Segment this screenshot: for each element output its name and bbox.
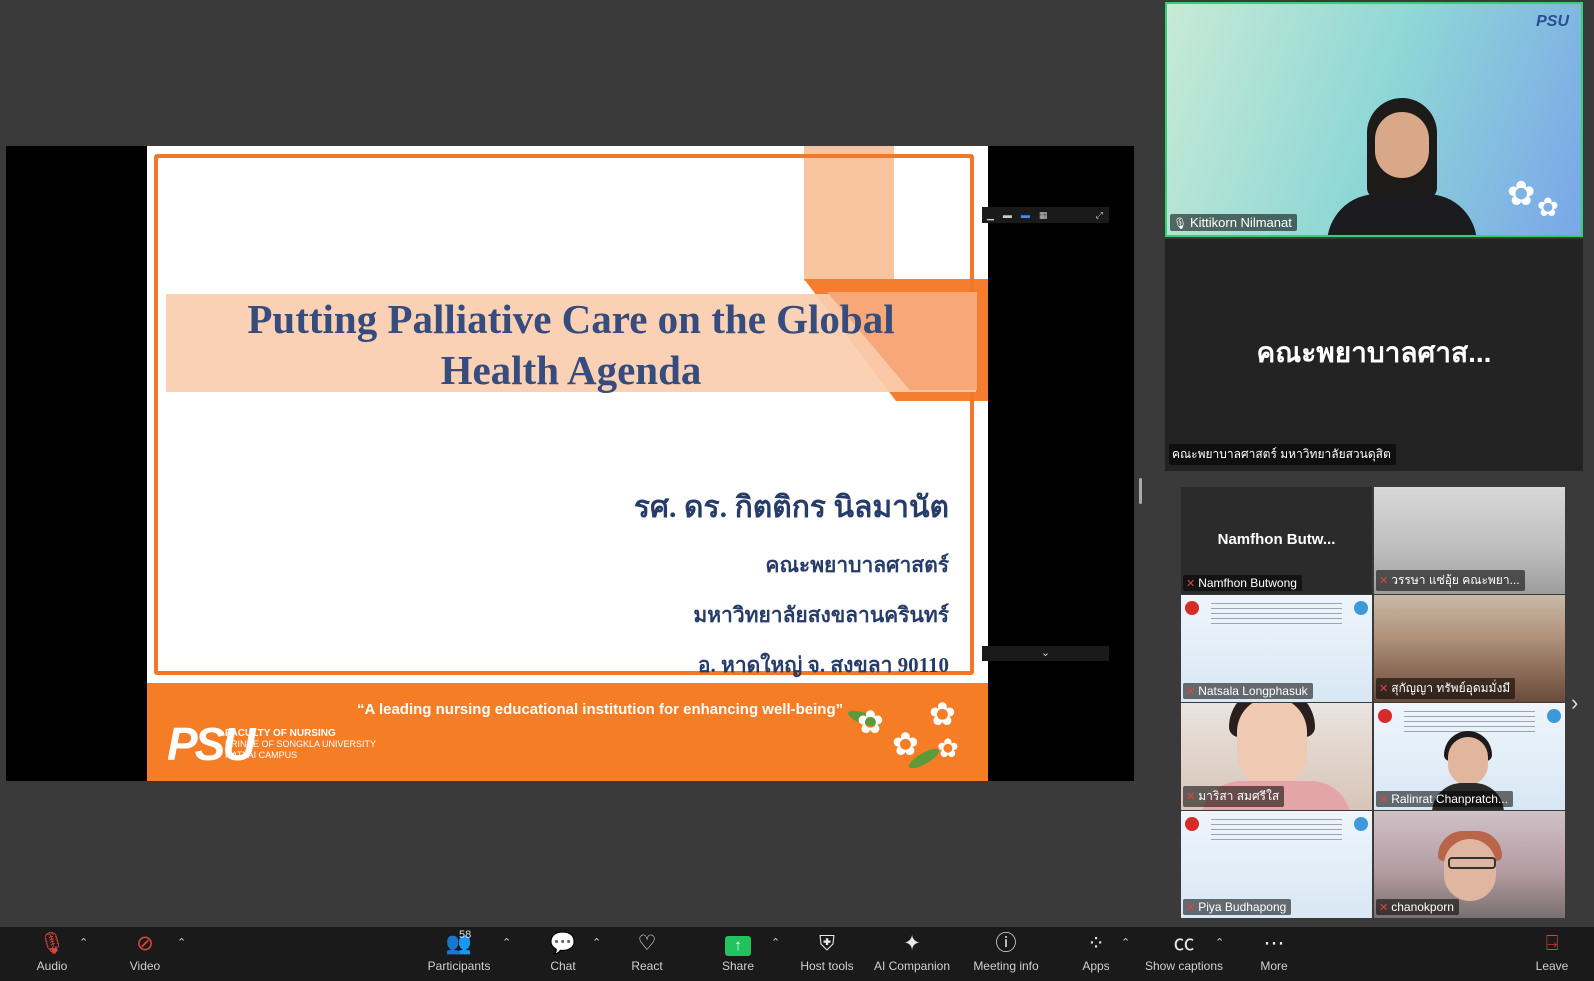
- video-button[interactable]: ⊘ Video: [120, 927, 170, 981]
- chat-bubble-icon: 💬: [549, 932, 577, 955]
- speaker-view-icon[interactable]: ▬: [1021, 210, 1030, 220]
- cc-icon: ㏄: [1173, 932, 1195, 955]
- participant-tile[interactable]: ✕ chanokporn: [1374, 811, 1565, 918]
- audio-options-caret-icon[interactable]: ⌃: [79, 936, 88, 949]
- participant-tile[interactable]: ✕ Piya Budhapong: [1181, 811, 1372, 918]
- gallery-view-icon[interactable]: ▦: [1039, 210, 1048, 221]
- captions-options-caret-icon[interactable]: ⌃: [1215, 936, 1224, 949]
- more-icon: ⋯: [1263, 932, 1285, 955]
- video-options-caret-icon[interactable]: ⌃: [177, 936, 186, 949]
- sparkle-icon: ✦: [903, 932, 921, 955]
- participant-name-label: คณะพยาบาลศาสตร์ มหาวิทยาลัยสวนดุสิต: [1169, 444, 1396, 465]
- participant-name-label: ✕ วรรษา แซ่อุ้ย คณะพยา...: [1376, 570, 1525, 591]
- show-captions-button[interactable]: ㏄ Show captions: [1142, 927, 1226, 981]
- participant-gallery: Namfhon Butw... ✕ Namfhon Butwong ✕ วรรษา …: [1181, 487, 1565, 919]
- presenter-university: มหาวิทยาลัยสงขลานครินทร์: [693, 603, 949, 627]
- info-icon: ⓘ: [995, 932, 1017, 955]
- shield-icon: ⛨: [819, 932, 835, 955]
- meeting-toolbar: 🎙 Audio ⌃ ⊘ Video ⌃ 👥 58 Participants ⌃ …: [0, 927, 1594, 981]
- flower-decoration: ✿: [892, 726, 919, 762]
- view-options-bar[interactable]: ▁ ▬ ▬ ▦ ⤢: [982, 207, 1109, 223]
- heart-icon: ♡: [637, 932, 657, 955]
- apps-options-caret-icon[interactable]: ⌃: [1121, 936, 1130, 949]
- participant-display-name: คณะพยาบาลศาส...: [1256, 337, 1492, 368]
- flower-decoration: ✿: [857, 704, 884, 740]
- react-button[interactable]: ♡ React: [627, 927, 667, 981]
- participants-options-caret-icon[interactable]: ⌃: [502, 936, 511, 949]
- presenter-faculty: คณะพยาบาลศาสตร์: [765, 553, 949, 577]
- participants-button[interactable]: 👥 58 Participants: [420, 927, 498, 981]
- flower-decoration: ✿: [929, 696, 956, 732]
- expand-icon[interactable]: ⤢: [1096, 210, 1109, 221]
- chat-options-caret-icon[interactable]: ⌃: [592, 936, 601, 949]
- more-button[interactable]: ⋯ More: [1255, 927, 1293, 981]
- active-speaker-tile[interactable]: PSU ✿ ✿ 🎙 Kittikorn Nilmanat: [1165, 2, 1583, 237]
- leave-icon: ⍈: [1545, 932, 1559, 955]
- microphone-icon: 🎙: [1173, 218, 1187, 230]
- microphone-muted-icon: 🎙: [38, 932, 66, 955]
- share-button[interactable]: ↑ Share: [716, 927, 760, 981]
- camera-off-icon: ⊘: [136, 932, 154, 955]
- flower-decoration: ✿: [1507, 175, 1536, 213]
- participant-name-label: ✕ Ralinrat Chanpratch...: [1376, 791, 1513, 807]
- participant-tile[interactable]: ✕ Natsala Longphasuk: [1181, 595, 1372, 702]
- participants-count: 58: [459, 929, 472, 941]
- participant-display-name: Namfhon Butw...: [1217, 531, 1336, 548]
- participant-tile[interactable]: ✕ มาริสา สมศรีใส: [1181, 703, 1372, 810]
- share-arrow-icon: ↑: [725, 936, 751, 956]
- microphone-muted-icon: ✕: [1379, 794, 1389, 806]
- participant-tile[interactable]: ✕ สุกัญญา ทรัพย์อุดมมั่งมี: [1374, 595, 1565, 702]
- chat-button[interactable]: 💬 Chat: [544, 927, 582, 981]
- share-options-caret-icon[interactable]: ⌃: [771, 936, 780, 949]
- small-view-icon[interactable]: ▬: [1003, 210, 1012, 220]
- host-tools-button[interactable]: ⛨ Host tools: [798, 927, 856, 981]
- audio-button[interactable]: 🎙 Audio: [28, 927, 76, 981]
- apps-icon: ⁘: [1087, 932, 1105, 955]
- speaker-video: [1327, 98, 1477, 235]
- minimize-icon[interactable]: ▁: [987, 210, 994, 221]
- flower-decoration: ✿: [1537, 192, 1559, 222]
- participant-name-label: ✕ Natsala Longphasuk: [1183, 683, 1313, 699]
- participant-tile[interactable]: Namfhon Butw... ✕ Namfhon Butwong: [1181, 487, 1372, 594]
- participant-name-label: ✕ สุกัญญา ทรัพย์อุดมมั่งมี: [1376, 678, 1516, 699]
- participant-name-label: ✕ Piya Budhapong: [1183, 899, 1292, 915]
- presenter-info: รศ. ดร. กิตติกร นิลมานัต คณะพยาบาลศาสตร์…: [634, 484, 949, 699]
- next-page-chevron-icon[interactable]: ›: [1571, 690, 1578, 716]
- participant-tile[interactable]: ✕ วรรษา แซ่อุ้ย คณะพยา...: [1374, 487, 1565, 594]
- microphone-muted-icon: ✕: [1379, 575, 1389, 587]
- microphone-muted-icon: ✕: [1186, 686, 1196, 698]
- microphone-muted-icon: ✕: [1186, 578, 1196, 590]
- microphone-muted-icon: ✕: [1186, 902, 1196, 914]
- speaker-name-label: 🎙 Kittikorn Nilmanat: [1170, 214, 1297, 231]
- microphone-muted-icon: ✕: [1186, 791, 1196, 803]
- presentation-slide: Putting Palliative Care on the Global He…: [147, 146, 988, 781]
- participant-name-label: ✕ chanokporn: [1376, 899, 1459, 915]
- flower-decoration: ✿: [937, 733, 959, 763]
- shared-screen[interactable]: Putting Palliative Care on the Global He…: [6, 146, 1134, 781]
- ai-companion-button[interactable]: ✦ AI Companion: [872, 927, 952, 981]
- psu-logo: PSU: [1536, 13, 1569, 30]
- participant-tile-large[interactable]: คณะพยาบาลศาส... คณะพยาบาลศาสตร์ มหาวิทยา…: [1165, 239, 1583, 471]
- participant-name-label: ✕ มาริสา สมศรีใส: [1183, 786, 1285, 807]
- participant-tile[interactable]: ✕ Ralinrat Chanpratch...: [1374, 703, 1565, 810]
- apps-button[interactable]: ⁘ Apps: [1078, 927, 1114, 981]
- collapse-chevron-icon[interactable]: ⌄: [982, 646, 1109, 661]
- presenter-address: อ. หาดใหญ่ จ. สงขลา 90110: [697, 653, 949, 677]
- microphone-muted-icon: ✕: [1379, 902, 1389, 914]
- slide-tagline: “A leading nursing educational instituti…: [357, 701, 844, 718]
- presenter-name: รศ. ดร. กิตติกร นิลมานัต: [633, 491, 949, 524]
- panel-splitter[interactable]: [1139, 478, 1142, 504]
- meeting-info-button[interactable]: ⓘ Meeting info: [967, 927, 1045, 981]
- participant-name-label: ✕ Namfhon Butwong: [1183, 575, 1302, 591]
- slide-title: Putting Palliative Care on the Global He…: [247, 296, 895, 393]
- logo-text: FACULTY OF NURSING PRINCE OF SONGKLA UNI…: [225, 728, 377, 760]
- slide-footer: PSU FACULTY OF NURSING PRINCE OF SONGKLA…: [147, 683, 988, 781]
- leave-button[interactable]: ⍈ Leave: [1532, 927, 1572, 981]
- microphone-muted-icon: ✕: [1379, 683, 1389, 695]
